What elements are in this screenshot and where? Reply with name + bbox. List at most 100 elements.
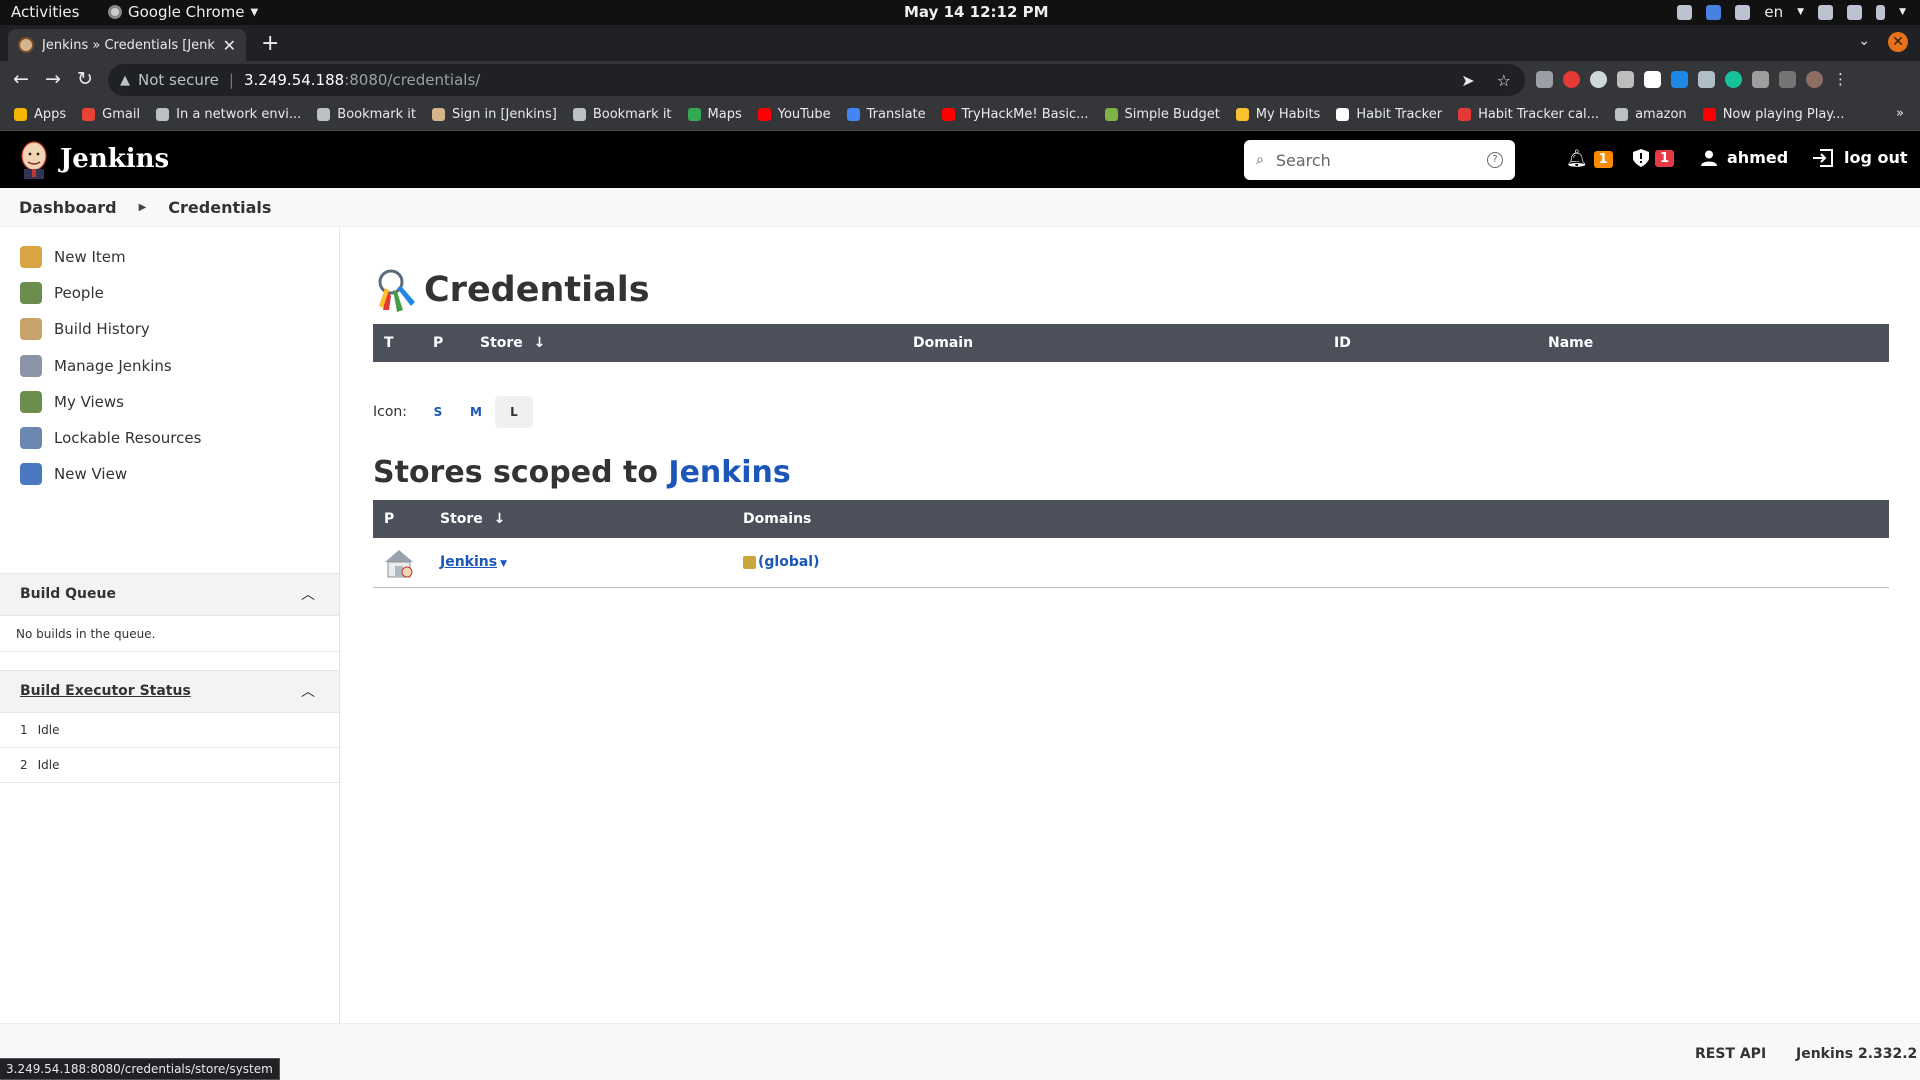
status-bubble: 3.249.54.188:8080/credentials/store/syst… bbox=[0, 1058, 280, 1080]
system-tray[interactable]: en ▼ ▼ bbox=[1677, 3, 1906, 21]
back-arrow-icon[interactable]: ← bbox=[13, 68, 29, 90]
bookmark-item[interactable]: Apps bbox=[14, 107, 66, 122]
search-input[interactable] bbox=[1275, 150, 1487, 170]
rest-api-link[interactable]: REST API bbox=[1695, 1046, 1766, 1062]
search-box[interactable]: ⌕ ? bbox=[1244, 140, 1515, 180]
adblock-icon[interactable] bbox=[1563, 71, 1580, 88]
bookmark-item[interactable]: Sign in [Jenkins] bbox=[431, 107, 557, 122]
avatar[interactable] bbox=[1806, 71, 1823, 88]
dropdown-caret-icon[interactable]: ▼ bbox=[500, 559, 507, 569]
chevron-right-icon[interactable]: ▶ bbox=[139, 202, 147, 213]
icon-size-large[interactable]: L bbox=[494, 396, 533, 428]
column-header-provider[interactable]: P bbox=[384, 511, 394, 527]
build-queue-title[interactable]: Build Queue bbox=[20, 586, 116, 602]
bookmark-item[interactable]: YouTube bbox=[757, 107, 831, 122]
bookmark-item[interactable]: Habit Tracker bbox=[1336, 107, 1442, 122]
sidebar-item-new-item[interactable]: New Item bbox=[20, 246, 126, 268]
bookmark-item[interactable]: Translate bbox=[846, 107, 926, 122]
bookmark-item[interactable]: Bookmark it bbox=[572, 107, 672, 122]
reload-icon[interactable]: ↻ bbox=[77, 68, 93, 90]
store-link-jenkins[interactable]: Jenkins ▼ bbox=[440, 554, 507, 570]
extension-icon[interactable] bbox=[1590, 71, 1607, 88]
icon-size-medium[interactable]: M bbox=[457, 396, 495, 428]
camera-icon[interactable] bbox=[1617, 71, 1634, 88]
help-icon[interactable]: ? bbox=[1487, 152, 1503, 168]
shield-icon[interactable] bbox=[1706, 4, 1722, 20]
volume-icon[interactable] bbox=[1847, 4, 1863, 20]
send-icon[interactable]: ➤ bbox=[1461, 71, 1474, 90]
bookmark-item[interactable]: Habit Tracker cal... bbox=[1458, 107, 1599, 122]
sidebar-item-label: My Views bbox=[54, 392, 124, 411]
activities-button[interactable]: Activities bbox=[11, 3, 79, 21]
column-header-type[interactable]: T bbox=[384, 335, 394, 351]
breadcrumb-credentials[interactable]: Credentials bbox=[168, 198, 271, 217]
extension-icon[interactable] bbox=[1536, 71, 1553, 88]
puzzle-icon[interactable] bbox=[1752, 71, 1769, 88]
logout-label: log out bbox=[1844, 148, 1908, 167]
breadcrumb-dashboard[interactable]: Dashboard bbox=[19, 198, 117, 217]
jenkins-version-link[interactable]: Jenkins 2.332.2 bbox=[1796, 1046, 1917, 1062]
url-host[interactable]: 3.249.54.188 bbox=[244, 71, 344, 89]
bookmark-item[interactable]: Bookmark it bbox=[317, 107, 416, 122]
star-icon[interactable]: ☆ bbox=[1497, 71, 1511, 90]
battery-icon[interactable] bbox=[1876, 4, 1886, 20]
wifi-icon[interactable] bbox=[1818, 4, 1834, 20]
sidebar-item-people[interactable]: People bbox=[20, 282, 104, 305]
close-icon[interactable]: ✕ bbox=[223, 36, 236, 55]
address-bar[interactable]: ▲ Not secure | 3.249.54.188 :8080/creden… bbox=[108, 64, 1525, 96]
bookmark-item[interactable]: Maps bbox=[687, 107, 742, 122]
notion-icon[interactable] bbox=[1644, 71, 1661, 88]
sidebar-item-my-views[interactable]: My Views bbox=[20, 390, 124, 413]
extension-icon[interactable] bbox=[1698, 71, 1715, 88]
stores-heading-link[interactable]: Jenkins bbox=[668, 455, 790, 490]
bookmark-item[interactable]: Now playing Play... bbox=[1702, 107, 1845, 122]
download-icon[interactable] bbox=[1671, 71, 1688, 88]
side-panel-icon[interactable] bbox=[1779, 71, 1796, 88]
bookmark-item[interactable]: Simple Budget bbox=[1104, 107, 1220, 122]
column-header-store[interactable]: Store ↓ bbox=[440, 511, 505, 527]
icon-size-small[interactable]: S bbox=[419, 396, 457, 428]
bookmark-item[interactable]: In a network envi... bbox=[156, 107, 301, 122]
column-header-domains[interactable]: Domains bbox=[743, 511, 811, 527]
warning-icon[interactable]: ▲ bbox=[120, 73, 130, 88]
tab-search-chevron-icon[interactable]: ⌄ bbox=[1858, 33, 1870, 49]
sidebar-item-build-history[interactable]: Build History bbox=[20, 318, 150, 341]
tab-jenkins-credentials[interactable]: Jenkins » Credentials [Jenkins ✕ bbox=[8, 29, 246, 61]
clock[interactable]: May 14 12:12 PM bbox=[904, 3, 1049, 21]
executor-status-title[interactable]: Build Executor Status bbox=[20, 683, 191, 699]
security-status[interactable]: Not secure bbox=[138, 71, 219, 89]
window-close-button[interactable]: ✕ bbox=[1888, 32, 1908, 52]
column-header-id[interactable]: ID bbox=[1334, 335, 1351, 351]
column-header-provider[interactable]: P bbox=[433, 335, 443, 351]
collapse-icon[interactable]: ︿ bbox=[301, 584, 315, 604]
jenkins-brand[interactable]: Jenkins bbox=[60, 144, 169, 174]
screen-icon[interactable] bbox=[1677, 4, 1693, 20]
bookmark-item[interactable]: My Habits bbox=[1235, 107, 1320, 122]
menu-icon[interactable]: ⋮ bbox=[1833, 71, 1848, 88]
bookmark-item[interactable]: Gmail bbox=[82, 107, 140, 122]
chevron-down-icon[interactable]: ▼ bbox=[1899, 7, 1906, 17]
jenkins-logo-icon[interactable] bbox=[18, 139, 50, 179]
sidebar-item-new-view[interactable]: New View bbox=[20, 463, 127, 486]
new-tab-button[interactable]: + bbox=[261, 31, 279, 57]
language-indicator[interactable]: en bbox=[1764, 3, 1783, 21]
sidebar-item-lockable-resources[interactable]: Lockable Resources bbox=[20, 427, 201, 449]
more-bookmarks-icon[interactable]: » bbox=[1896, 106, 1904, 121]
security-button[interactable]: 1 bbox=[1633, 149, 1675, 167]
bookmark-item[interactable]: amazon bbox=[1615, 107, 1687, 122]
column-header-store[interactable]: Store ↓ bbox=[480, 335, 545, 351]
domain-link-global[interactable]: (global) bbox=[743, 554, 820, 570]
bookmark-item[interactable]: TryHackMe! Basic... bbox=[941, 107, 1089, 122]
column-header-name[interactable]: Name bbox=[1548, 335, 1593, 351]
discord-icon[interactable] bbox=[1735, 4, 1751, 20]
url-path[interactable]: :8080/credentials/ bbox=[344, 71, 480, 89]
user-menu[interactable]: ahmed bbox=[1701, 148, 1788, 167]
forward-arrow-icon[interactable]: → bbox=[45, 68, 61, 90]
collapse-icon[interactable]: ︿ bbox=[301, 681, 315, 701]
logout-button[interactable]: log out bbox=[1812, 148, 1908, 167]
column-header-domain[interactable]: Domain bbox=[913, 335, 973, 351]
grammarly-icon[interactable] bbox=[1725, 71, 1742, 88]
sidebar-item-manage-jenkins[interactable]: Manage Jenkins bbox=[20, 354, 172, 377]
notifications-button[interactable]: 🔔︎ 1 bbox=[1566, 149, 1613, 169]
app-menu[interactable]: Google Chrome ▼ bbox=[108, 3, 258, 21]
